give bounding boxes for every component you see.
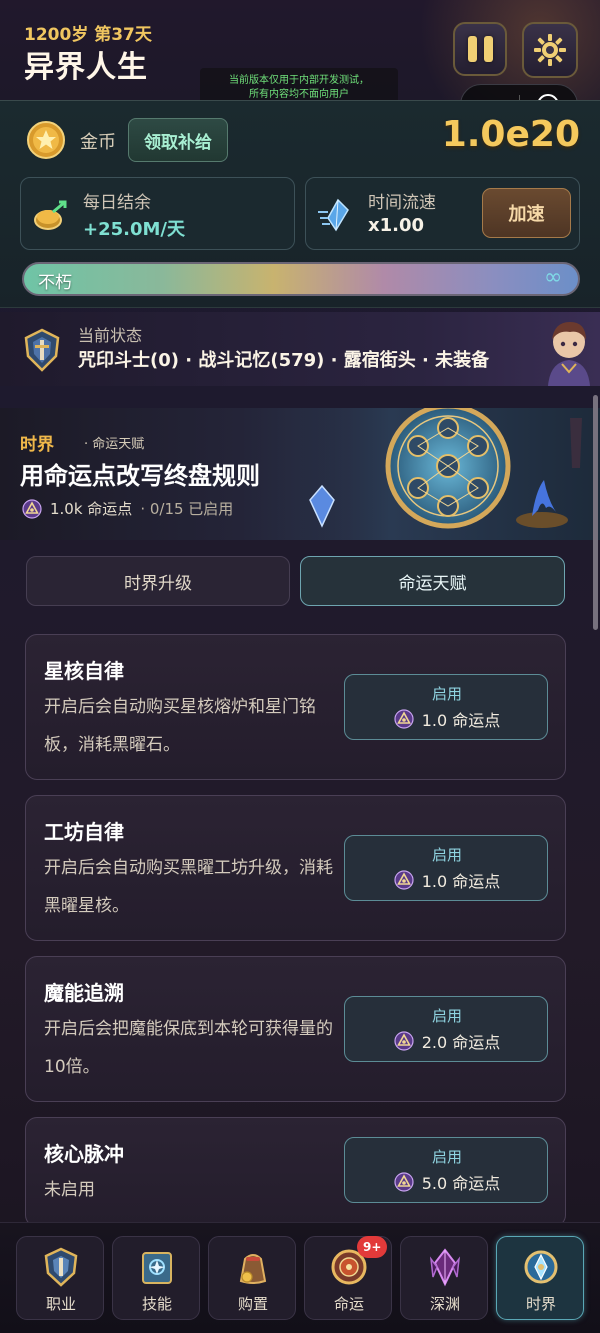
destiny-point-icon — [394, 709, 414, 729]
cost-value: 1.0 命运点 — [421, 872, 501, 891]
coin-growth-icon — [34, 200, 67, 230]
nav-label: 购置 — [237, 1295, 268, 1313]
nav-item-skills[interactable]: 技能 — [112, 1236, 200, 1320]
infinity-icon: ∞ — [544, 265, 563, 290]
time-realm-icon — [524, 1250, 558, 1284]
notification-badge: 9+ — [357, 1236, 388, 1258]
cost-value: 5.0 命运点 — [421, 1174, 501, 1193]
talent-description: 开启后会自动购买黑曜工坊升级，消耗黑曜星核。 — [44, 858, 333, 916]
lifespan-bar — [22, 262, 580, 296]
tab-time-realm-upgrade[interactable]: 时界升级 — [26, 556, 290, 606]
talent-name: 工坊自律 — [44, 820, 124, 844]
enable-talent-button[interactable]: 启用 2.0 命运点 — [344, 996, 548, 1062]
claim-supply-button[interactable]: 领取补给 — [128, 118, 228, 162]
abyss-crystal-icon — [429, 1248, 461, 1287]
status-value: 咒印斗士(0) · 战斗记忆(579) · 露宿街头 · 未装备 — [78, 350, 490, 371]
banner-tag: 时界 — [20, 435, 54, 455]
destiny-point-icon — [394, 1172, 414, 1192]
nav-item-purchase[interactable]: 购置 — [208, 1236, 296, 1320]
talent-cost: 1.0 命运点 — [345, 707, 549, 731]
time-speed-value: x1.00 — [368, 215, 425, 236]
talents-enabled-count: · 0/15 已启用 — [140, 500, 234, 518]
enable-label: 启用 — [431, 1148, 462, 1166]
tab-destiny-talent[interactable]: 命运天赋 — [300, 556, 565, 606]
destiny-point-icon — [22, 498, 42, 519]
class-emblem-icon — [24, 328, 60, 372]
talent-cost: 2.0 命运点 — [345, 1029, 549, 1053]
banner-stats: 1.0k 命运点 · 0/15 已启用 — [22, 498, 233, 519]
banner-title: 用命运点改写终盘规则 — [20, 462, 260, 490]
destiny-points-total: 1.0k 命运点 — [50, 500, 133, 518]
coin-value: 1.0e20 — [441, 114, 580, 155]
destiny-point-icon — [394, 1031, 414, 1051]
talent-name: 核心脉冲 — [44, 1142, 124, 1166]
time-speed-label: 时间流速 — [368, 193, 436, 213]
talent-cost: 5.0 命运点 — [345, 1170, 549, 1194]
shield-icon — [44, 1247, 78, 1287]
settings-button[interactable] — [522, 22, 578, 78]
lifespan-label: 不朽 — [38, 273, 72, 293]
daily-balance-label: 每日结余 — [83, 193, 151, 213]
talent-description: 未启用 — [44, 1180, 95, 1200]
nav-item-time-realm[interactable]: 时界 — [496, 1236, 584, 1320]
notice-line-1: 当前版本仅用于内部开发测试， — [229, 75, 369, 86]
nav-item-class[interactable]: 职业 — [16, 1236, 104, 1320]
scrollbar[interactable] — [593, 395, 598, 630]
enable-label: 启用 — [431, 685, 462, 703]
astrolabe-illustration — [300, 408, 600, 540]
pause-icon — [467, 36, 493, 62]
daily-balance-card: 每日结余 +25.0M/天 — [20, 177, 295, 250]
nav-item-abyss[interactable]: 深渊 — [400, 1236, 488, 1320]
app-title: 异界人生 — [24, 50, 148, 85]
status-label: 当前状态 — [78, 326, 143, 345]
enable-talent-button[interactable]: 启用 1.0 命运点 — [344, 835, 548, 901]
crystal-speed-icon — [318, 198, 349, 232]
talent-description: 开启后会把魔能保底到本轮可获得量的 10倍。 — [44, 1019, 333, 1077]
enable-label: 启用 — [431, 846, 462, 864]
banner-subtag: · 命运天赋 — [84, 437, 145, 452]
spellbook-icon — [142, 1252, 172, 1284]
nav-label: 时界 — [525, 1295, 556, 1313]
enable-label: 启用 — [431, 1007, 462, 1025]
talent-description: 开启后会自动购买星核熔炉和星门铭板，消耗黑曜石。 — [44, 697, 316, 755]
enable-talent-button[interactable]: 启用 5.0 命运点 — [344, 1137, 548, 1203]
gold-coin-icon — [27, 121, 65, 159]
talent-name: 魔能追溯 — [44, 981, 124, 1005]
sun-gear-icon — [534, 34, 566, 66]
bag-icon — [239, 1254, 267, 1284]
cost-value: 2.0 命运点 — [421, 1033, 501, 1052]
coin-label: 金币 — [80, 132, 116, 153]
destiny-point-icon — [394, 870, 414, 890]
cost-value: 1.0 命运点 — [421, 711, 501, 730]
nav-label: 深渊 — [429, 1295, 460, 1313]
nav-label: 职业 — [45, 1295, 76, 1313]
nav-label: 命运 — [333, 1295, 364, 1313]
daily-balance-value: +25.0M/天 — [83, 219, 185, 240]
character-avatar[interactable] — [540, 316, 598, 386]
enable-talent-button[interactable]: 启用 1.0 命运点 — [344, 674, 548, 740]
nav-label: 技能 — [141, 1295, 172, 1313]
talent-name: 星核自律 — [44, 659, 124, 683]
talent-cost: 1.0 命运点 — [345, 868, 549, 892]
pause-button[interactable] — [453, 22, 507, 76]
accelerate-button[interactable]: 加速 — [482, 188, 571, 238]
